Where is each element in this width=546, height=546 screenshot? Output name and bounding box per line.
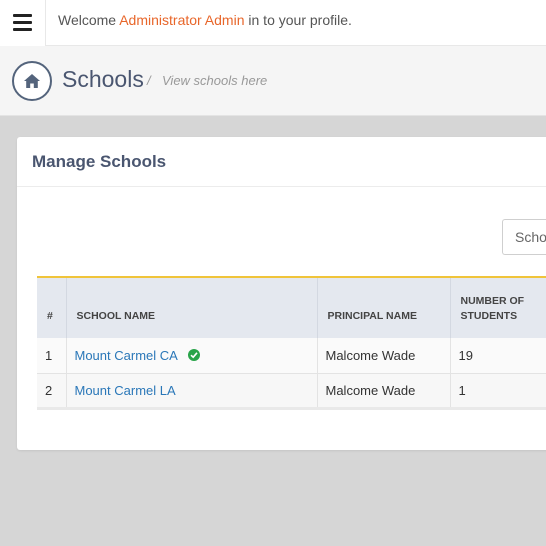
table-row: 1 Mount Carmel CA Malcome Wade 19 <box>37 338 546 374</box>
table-header-row: # SCHOOL NAME PRINCIPAL NAME NUMBER OF S… <box>37 277 546 338</box>
school-name-cell: Mount Carmel CA <box>66 338 318 374</box>
column-header-number-of-students[interactable]: NUMBER OF STUDENTS <box>450 277 546 338</box>
school-name-link[interactable]: Mount Carmel LA <box>75 383 176 398</box>
home-glyph <box>24 74 40 88</box>
page-subtitle: View schools here <box>162 73 268 88</box>
row-number: 1 <box>37 338 67 374</box>
check-circle-icon <box>187 348 200 361</box>
principal-name-cell: Malcome Wade <box>317 373 451 409</box>
column-header-number-of-students-label: NUMBER OF STUDENTS <box>460 295 525 322</box>
column-header-number[interactable]: # <box>37 277 67 338</box>
principal-name-cell: Malcome Wade <box>317 338 451 374</box>
schools-search-input[interactable] <box>502 219 546 255</box>
number-of-students-cell: 19 <box>450 338 546 374</box>
column-header-principal-name[interactable]: PRINCIPAL NAME <box>317 277 451 338</box>
welcome-message: Welcome Administrator Admin in to your p… <box>58 12 352 28</box>
welcome-prefix: Welcome <box>58 12 120 28</box>
row-number: 2 <box>37 373 67 409</box>
user-name[interactable]: Administrator Admin <box>119 12 244 28</box>
menu-bar-line <box>13 28 32 31</box>
top-bar: Welcome Administrator Admin in to your p… <box>0 0 546 46</box>
page-title: Schools <box>62 66 144 92</box>
card-title: Manage Schools <box>32 152 167 171</box>
school-name-link[interactable]: Mount Carmel CA <box>75 348 178 363</box>
table-row: 2 Mount Carmel LA Malcome Wade 1 <box>37 373 546 409</box>
welcome-suffix: in to your profile. <box>244 12 352 28</box>
home-icon[interactable] <box>12 61 52 101</box>
card-header: Manage Schools <box>17 137 546 187</box>
hamburger-menu-icon[interactable] <box>0 0 46 46</box>
school-name-cell: Mount Carmel LA <box>66 373 318 409</box>
column-header-school-name[interactable]: SCHOOL NAME <box>66 277 318 338</box>
breadcrumb-separator: / <box>147 73 151 88</box>
menu-bar-line <box>13 14 32 17</box>
schools-table: # SCHOOL NAME PRINCIPAL NAME NUMBER OF S… <box>37 276 546 410</box>
number-of-students-cell: 1 <box>450 373 546 409</box>
manage-schools-card: Manage Schools # SCHOOL NAME PRINCIPAL N… <box>17 137 546 450</box>
menu-bar-line <box>13 21 32 24</box>
page-header: Schools / View schools here <box>0 46 546 116</box>
